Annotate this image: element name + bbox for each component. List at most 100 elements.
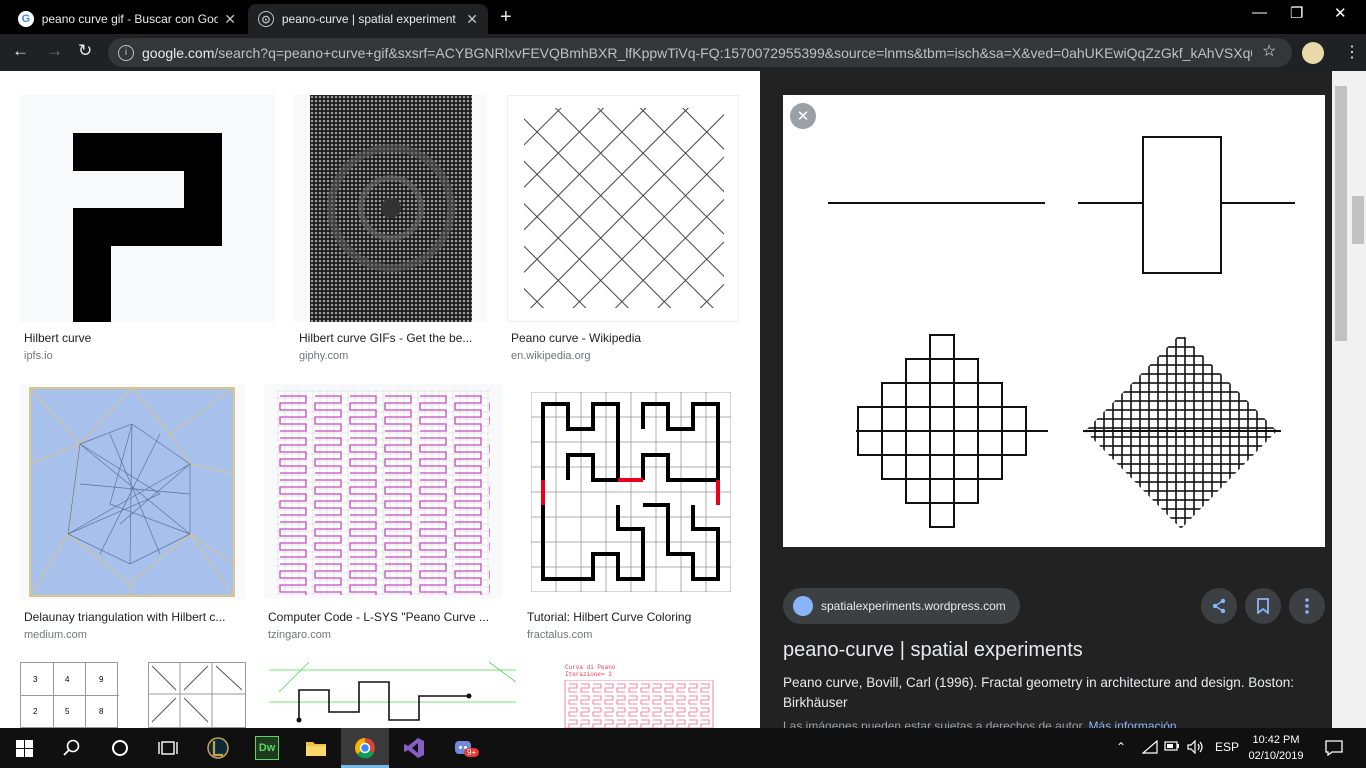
grid-cell: 9	[99, 675, 104, 684]
maximize-button[interactable]: ❐	[1290, 4, 1303, 22]
minimize-button[interactable]: —	[1252, 4, 1267, 21]
lsys-peano-curve-image	[276, 390, 490, 595]
reload-button[interactable]: ↻	[78, 41, 92, 61]
forward-button[interactable]: →	[46, 41, 63, 61]
grid-cell: 4	[65, 675, 70, 684]
result-title[interactable]: Peano curve - Wikipedia	[511, 331, 641, 345]
source-domain: spatialexperiments.wordpress.com	[821, 599, 1006, 613]
preview-title[interactable]: peano-curve | spatial experiments	[783, 639, 1083, 662]
result-title[interactable]: Hilbert curve GIFs - Get the be...	[299, 331, 472, 345]
result-title[interactable]: Tutorial: Hilbert Curve Coloring	[527, 610, 691, 624]
new-tab-button[interactable]: +	[500, 6, 512, 29]
grid-cell: 5	[65, 707, 70, 716]
image-results-grid: Hilbert curve ipfs.io Hilbert curve GIFs…	[0, 71, 760, 728]
grid-cell: 2	[33, 707, 38, 716]
back-button[interactable]: ←	[12, 41, 29, 61]
hilbert-block-image	[73, 133, 222, 322]
delaunay-triangulation-image	[29, 387, 235, 597]
tray-expand-icon[interactable]: ⌃	[1116, 740, 1126, 754]
notifications-icon[interactable]	[1322, 736, 1346, 760]
result-thumb-lsys[interactable]	[264, 384, 502, 599]
tab-spatial-experiments[interactable]: ⊙ peano-curve | spatial experiment ✕	[248, 4, 488, 34]
system-clock[interactable]: 10:42 PM 02/10/2019	[1244, 732, 1308, 764]
result-title[interactable]: Computer Code - L-SYS "Peano Curve ...	[268, 610, 489, 624]
tab-title: peano-curve | spatial experiment	[281, 12, 456, 26]
tab-close-icon[interactable]: ✕	[466, 11, 478, 28]
share-button[interactable]	[1201, 588, 1237, 624]
globe-icon	[793, 596, 813, 616]
wordpress-favicon-icon: ⊙	[258, 11, 274, 27]
page-scrollbar[interactable]	[1332, 71, 1366, 728]
peano-construction-image	[828, 136, 1295, 529]
google-favicon-icon: G	[18, 11, 34, 27]
grid-cell: 8	[99, 707, 104, 716]
language-indicator[interactable]: ESP	[1215, 740, 1239, 754]
result-source: giphy.com	[299, 350, 349, 362]
search-icon[interactable]	[60, 736, 84, 760]
chrome-menu-icon[interactable]: ⋮	[1344, 42, 1360, 62]
windows-taskbar: Dw 9+ ⌃ ESP 10:42 PM 02/10/2019	[0, 728, 1366, 768]
result-source: ipfs.io	[24, 350, 53, 362]
tab-google-search[interactable]: G peano curve gif - Buscar con Goo ✕	[8, 4, 246, 34]
clock-time: 10:42 PM	[1252, 734, 1300, 746]
tab-close-icon[interactable]: ✕	[224, 11, 236, 28]
result-source: tzingaro.com	[268, 629, 331, 641]
preview-image[interactable]	[783, 95, 1325, 547]
result-thumb-fractalus[interactable]	[523, 384, 739, 599]
result-thumb-curva-di-peano[interactable]: Curva di Peano Iterazione= 3	[537, 662, 739, 728]
result-thumb-hilbert[interactable]	[20, 95, 275, 322]
panel-scroll-thumb[interactable]	[1335, 86, 1347, 341]
url-text: google.com/search?q=peano+curve+gif&sxsr…	[142, 44, 1252, 61]
result-thumb-magic-square[interactable]: 3 4 9 2 5 8	[20, 662, 246, 728]
3d-peano-curve-image	[269, 662, 516, 723]
profile-avatar[interactable]	[1302, 42, 1324, 64]
curva-sub: Iterazione= 3	[565, 671, 612, 678]
windows-start-icon[interactable]	[12, 736, 36, 760]
cortana-icon[interactable]	[108, 736, 132, 760]
file-explorer-icon[interactable]	[304, 736, 328, 760]
task-view-icon[interactable]	[156, 736, 180, 760]
bookmark-star-icon[interactable]: ☆	[1262, 41, 1276, 61]
visual-studio-icon[interactable]	[402, 736, 426, 760]
arrow-grid-image	[148, 662, 246, 728]
notification-badge: 9+	[464, 748, 480, 757]
save-button[interactable]	[1245, 588, 1281, 624]
info-icon[interactable]: i	[118, 44, 134, 61]
result-title[interactable]: Hilbert curve	[24, 331, 91, 345]
result-source: medium.com	[24, 629, 87, 641]
battery-icon[interactable]	[1164, 740, 1180, 755]
result-thumb-delaunay[interactable]	[20, 384, 245, 599]
close-window-button[interactable]: ✕	[1334, 4, 1347, 22]
league-of-legends-icon[interactable]	[206, 736, 230, 760]
result-title[interactable]: Delaunay triangulation with Hilbert c...	[24, 610, 225, 624]
volume-icon[interactable]	[1187, 739, 1205, 757]
grid-cell: 3	[33, 675, 38, 684]
preview-description: Peano curve, Bovill, Carl (1996). Fracta…	[783, 675, 1295, 710]
dreamweaver-icon[interactable]: Dw	[255, 736, 279, 760]
result-thumb-3d-curve[interactable]	[269, 662, 516, 728]
bookmark-icon	[1257, 598, 1269, 614]
address-bar[interactable]: i google.com/search?q=peano+curve+gif&sx…	[108, 38, 1292, 67]
more-icon	[1305, 598, 1309, 614]
hilbert-coloring-image	[531, 392, 731, 592]
page-scroll-track[interactable]	[1350, 71, 1366, 728]
curva-heading: Curva di Peano	[565, 664, 616, 671]
page-scroll-thumb[interactable]	[1352, 196, 1364, 244]
peano-diamond-lattice-image	[524, 108, 724, 308]
browser-toolbar: ← → ↻ i google.com/search?q=peano+curve+…	[0, 34, 1366, 71]
source-link[interactable]: spatialexperiments.wordpress.com	[783, 588, 1020, 624]
chrome-icon[interactable]	[353, 736, 377, 760]
dense-pattern-image	[310, 95, 472, 322]
number-grid: 3 4 9 2 5 8	[20, 662, 119, 728]
tab-title: peano curve gif - Buscar con Goo	[41, 12, 219, 26]
result-thumb-giphy[interactable]	[294, 95, 487, 322]
pink-peano-curve-image	[564, 680, 714, 728]
result-thumb-wikipedia[interactable]	[507, 95, 739, 322]
more-options-button[interactable]	[1289, 588, 1325, 624]
close-preview-button[interactable]: ✕	[790, 103, 816, 129]
image-preview-panel: ✕ spatialexperiments.wordpress.com peano…	[760, 71, 1332, 733]
result-source: fractalus.com	[527, 629, 593, 641]
clock-date: 02/10/2019	[1248, 750, 1304, 762]
network-icon[interactable]	[1141, 739, 1158, 757]
share-icon	[1212, 598, 1226, 614]
